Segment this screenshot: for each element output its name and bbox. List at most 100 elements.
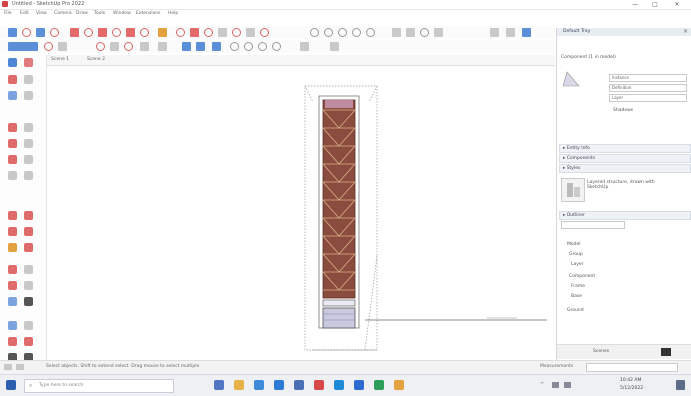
mail-icon[interactable] bbox=[294, 380, 304, 390]
freehand-icon[interactable] bbox=[24, 91, 33, 100]
make-component-icon[interactable] bbox=[8, 75, 17, 84]
paint-bucket-icon[interactable] bbox=[36, 28, 45, 37]
circle-tool-icon[interactable] bbox=[84, 28, 93, 37]
minimize-button[interactable]: — bbox=[628, 0, 642, 9]
start-icon[interactable] bbox=[6, 380, 16, 390]
volume-icon[interactable] bbox=[564, 382, 571, 388]
close-button[interactable]: ✕ bbox=[670, 0, 684, 9]
section-outliner[interactable]: ▸ Outliner bbox=[559, 211, 691, 220]
menu-draw[interactable]: Draw bbox=[76, 11, 88, 16]
teams-icon[interactable] bbox=[354, 380, 364, 390]
tab-scene-1[interactable]: Scene 1 bbox=[51, 57, 69, 62]
tray-overflow-icon[interactable]: ^ bbox=[540, 382, 544, 388]
eraser-icon[interactable] bbox=[22, 28, 31, 37]
outliner-item[interactable]: Frame bbox=[571, 284, 585, 289]
style-selector[interactable] bbox=[8, 42, 38, 51]
zoom-window-icon[interactable] bbox=[24, 337, 33, 346]
dimension-icon[interactable] bbox=[24, 265, 33, 274]
dimension-tool-icon[interactable] bbox=[246, 28, 255, 37]
text-icon[interactable] bbox=[24, 281, 33, 290]
warehouse-icon[interactable] bbox=[490, 28, 499, 37]
monochrome-icon[interactable] bbox=[158, 42, 167, 51]
circle-icon[interactable] bbox=[8, 139, 17, 148]
menu-edit[interactable]: Edit bbox=[20, 11, 29, 16]
offset-icon[interactable] bbox=[24, 243, 33, 252]
outliner-filter[interactable] bbox=[561, 221, 625, 229]
protractor-icon[interactable] bbox=[260, 28, 269, 37]
menu-view[interactable]: View bbox=[36, 11, 47, 16]
outliner-item[interactable]: Ground bbox=[567, 308, 584, 313]
tape-measure-icon[interactable] bbox=[8, 265, 17, 274]
outliner-item[interactable]: Model bbox=[567, 242, 581, 247]
section-entity-info[interactable]: ▸ Entity Info bbox=[559, 144, 691, 153]
geo-location-icon[interactable] bbox=[4, 364, 12, 370]
protractor-icon[interactable] bbox=[8, 281, 17, 290]
component-thumbnail[interactable] bbox=[561, 178, 585, 202]
move-tool-icon[interactable] bbox=[140, 28, 149, 37]
walk-icon[interactable] bbox=[392, 28, 401, 37]
tape-measure-icon[interactable] bbox=[204, 28, 213, 37]
polygon-icon[interactable] bbox=[24, 139, 33, 148]
menu-extensions[interactable]: Extensions bbox=[136, 11, 160, 16]
select-icon[interactable] bbox=[8, 58, 17, 67]
rectangle-tool-icon[interactable] bbox=[70, 28, 79, 37]
store-icon[interactable] bbox=[334, 380, 344, 390]
tab-scene-2[interactable]: Scene 2 bbox=[87, 57, 105, 62]
paint-icon[interactable] bbox=[24, 75, 33, 84]
position-camera-icon[interactable] bbox=[420, 28, 429, 37]
bottom-view-icon[interactable] bbox=[272, 42, 281, 51]
excel-icon[interactable] bbox=[374, 380, 384, 390]
menu-file[interactable]: File bbox=[4, 11, 12, 16]
front-view-icon[interactable] bbox=[212, 42, 221, 51]
maximize-button[interactable]: □ bbox=[648, 0, 662, 9]
network-icon[interactable] bbox=[552, 382, 559, 388]
pan-icon[interactable] bbox=[324, 28, 333, 37]
rotated-rectangle-icon[interactable] bbox=[24, 123, 33, 132]
axes-icon[interactable] bbox=[8, 297, 17, 306]
instance-field[interactable]: Instance bbox=[609, 74, 687, 82]
rotate-icon[interactable] bbox=[8, 227, 17, 236]
top-view-icon[interactable] bbox=[196, 42, 205, 51]
eraser-icon[interactable] bbox=[24, 58, 33, 67]
footer-label[interactable]: Scenes bbox=[593, 349, 609, 354]
fog-icon[interactable] bbox=[330, 42, 339, 51]
axes-tool-icon[interactable] bbox=[232, 28, 241, 37]
iso-view-icon[interactable] bbox=[182, 42, 191, 51]
scenes-swatch-icon[interactable] bbox=[661, 348, 671, 356]
push-pull-icon[interactable] bbox=[24, 211, 33, 220]
xray-icon[interactable] bbox=[44, 42, 53, 51]
layer-field[interactable]: Layer bbox=[609, 94, 687, 102]
sketchup-icon[interactable] bbox=[314, 380, 324, 390]
zoom-icon[interactable] bbox=[338, 28, 347, 37]
three-point-arc-icon[interactable] bbox=[24, 171, 33, 180]
back-edges-icon[interactable] bbox=[58, 42, 67, 51]
menu-camera[interactable]: Camera bbox=[54, 11, 72, 16]
select-tool-icon[interactable] bbox=[8, 28, 17, 37]
outliner-item[interactable]: Base bbox=[571, 294, 582, 299]
pan-icon[interactable] bbox=[24, 321, 33, 330]
menu-help[interactable]: Help bbox=[168, 11, 178, 16]
edge-icon[interactable] bbox=[254, 380, 264, 390]
photos-icon[interactable] bbox=[394, 380, 404, 390]
close-icon[interactable]: × bbox=[683, 28, 688, 35]
move-icon[interactable] bbox=[8, 211, 17, 220]
hidden-line-icon[interactable] bbox=[110, 42, 119, 51]
drawing-canvas[interactable] bbox=[47, 66, 555, 360]
layout-icon[interactable] bbox=[522, 28, 531, 37]
line-icon[interactable] bbox=[8, 91, 17, 100]
scale-tool-icon[interactable] bbox=[176, 28, 185, 37]
orbit-icon[interactable] bbox=[310, 28, 319, 37]
shaded-icon[interactable] bbox=[124, 42, 133, 51]
rectangle-icon[interactable] bbox=[8, 123, 17, 132]
outliner-item[interactable]: Layer bbox=[571, 262, 584, 267]
menu-window[interactable]: Window bbox=[113, 11, 131, 16]
section-components[interactable]: ▸ Components bbox=[559, 154, 691, 163]
offset-tool-icon[interactable] bbox=[190, 28, 199, 37]
zoom-extents-icon[interactable] bbox=[366, 28, 375, 37]
polygon-tool-icon[interactable] bbox=[112, 28, 121, 37]
wireframe-icon[interactable] bbox=[96, 42, 105, 51]
zoom-window-icon[interactable] bbox=[352, 28, 361, 37]
definition-field[interactable]: Definition bbox=[609, 84, 687, 92]
back-view-icon[interactable] bbox=[244, 42, 253, 51]
shadows-icon[interactable] bbox=[300, 42, 309, 51]
